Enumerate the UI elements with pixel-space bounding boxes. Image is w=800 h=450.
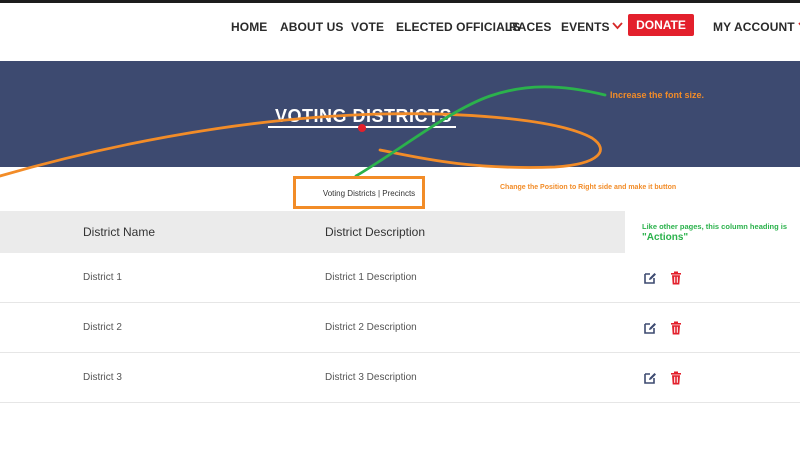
edit-icon[interactable] <box>643 321 657 335</box>
annotation-actions-line2: "Actions" <box>642 232 689 243</box>
page-banner: VOTING DISTRICTS <box>0 61 800 167</box>
table-row: District 1 District 1 Description <box>0 253 800 303</box>
title-underline <box>268 126 456 128</box>
district-name-cell: District 1 <box>83 272 122 283</box>
district-description-cell: District 1 Description <box>325 272 417 283</box>
column-header-district-name: District Name <box>83 225 156 239</box>
nav-races[interactable]: RACES <box>509 20 552 34</box>
nav-events[interactable]: EVENTS <box>561 20 623 34</box>
district-name-cell: District 2 <box>83 322 122 333</box>
nav-events-label: EVENTS <box>561 20 610 34</box>
chevron-down-icon <box>611 22 623 30</box>
annotation-highlight-box <box>293 176 425 209</box>
nav-elected-officials[interactable]: ELECTED OFFICIALS <box>396 20 520 34</box>
delete-icon[interactable] <box>669 321 683 335</box>
page-title: VOTING DISTRICTS <box>274 106 452 126</box>
annotation-actions-line1: Like other pages, this column heading is <box>642 222 788 231</box>
nav-my-account-label: MY ACCOUNT <box>713 20 795 34</box>
nav-my-account[interactable]: MY ACCOUNT <box>713 20 800 34</box>
main-navbar: HOME ABOUT US VOTE ELECTED OFFICIALS RAC… <box>0 3 800 61</box>
donate-button[interactable]: DONATE <box>628 14 694 36</box>
district-description-cell: District 3 Description <box>325 372 417 383</box>
edit-icon[interactable] <box>643 271 657 285</box>
table-row: District 3 District 3 Description <box>0 353 800 403</box>
annotation-font-size: Increase the font size. <box>610 90 705 100</box>
table-row: District 2 District 2 Description <box>0 303 800 353</box>
edit-icon[interactable] <box>643 371 657 385</box>
nav-about-us[interactable]: ABOUT US <box>280 20 343 34</box>
nav-vote[interactable]: VOTE <box>351 20 384 34</box>
column-header-district-description: District Description <box>325 225 426 239</box>
annotation-position: Change the Position to Right side and ma… <box>500 184 677 191</box>
nav-home[interactable]: HOME <box>231 20 267 34</box>
district-name-cell: District 3 <box>83 372 122 383</box>
delete-icon[interactable] <box>669 271 683 285</box>
delete-icon[interactable] <box>669 371 683 385</box>
district-description-cell: District 2 Description <box>325 322 417 333</box>
